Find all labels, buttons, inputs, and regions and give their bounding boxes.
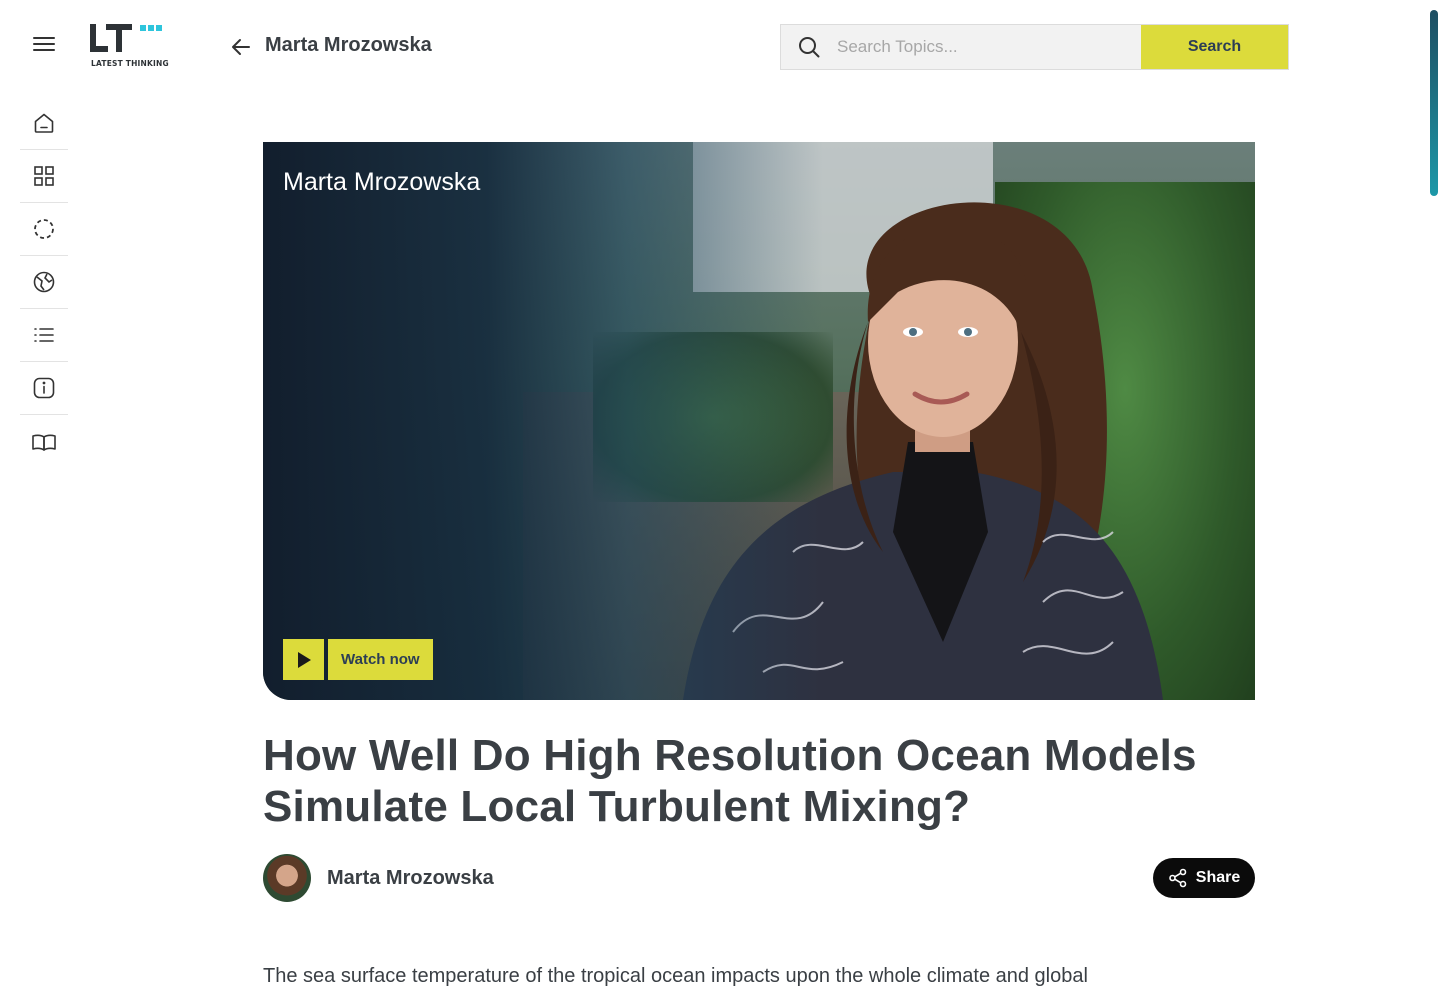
article-title: How Well Do High Resolution Ocean Models… — [263, 731, 1197, 831]
dashed-circle-icon — [34, 219, 54, 239]
back-button[interactable] — [228, 34, 254, 60]
sidebar-item-home[interactable] — [20, 97, 68, 150]
menu-icon[interactable] — [24, 26, 64, 62]
list-icon — [34, 328, 54, 342]
sidebar-item-categories[interactable] — [20, 150, 68, 203]
sidebar-item-list[interactable] — [20, 309, 68, 362]
share-button[interactable]: Share — [1153, 858, 1255, 898]
logo-mark — [90, 24, 162, 52]
sidebar-item-read[interactable] — [20, 415, 68, 468]
grid-icon — [34, 166, 54, 186]
arrow-left-icon — [232, 39, 250, 55]
search-button[interactable]: Search — [1141, 25, 1288, 69]
info-icon — [33, 377, 55, 399]
scrollbar[interactable] — [1428, 0, 1440, 1000]
globe-icon — [33, 271, 55, 293]
share-icon — [1168, 868, 1187, 888]
scrollbar-thumb[interactable] — [1430, 10, 1438, 196]
author-avatar[interactable] — [263, 854, 311, 902]
sidebar-item-globe[interactable] — [20, 256, 68, 309]
article-body: The sea surface temperature of the tropi… — [263, 965, 1088, 987]
page-title: Marta Mrozowska — [265, 34, 432, 56]
book-icon — [32, 434, 56, 451]
sidebar — [0, 0, 88, 1000]
hero-speaker-name: Marta Mrozowska — [283, 168, 481, 196]
search-icon — [781, 25, 837, 69]
logo-subtitle: LATEST THINKING — [91, 59, 169, 68]
logo[interactable]: LATEST THINKING — [88, 22, 169, 70]
search-input[interactable] — [837, 25, 1141, 69]
watch-now-label[interactable]: Watch now — [328, 639, 433, 680]
author-name[interactable]: Marta Mrozowska — [327, 867, 494, 890]
sidebar-item-loading[interactable] — [20, 203, 68, 256]
search-bar: Search — [780, 24, 1289, 70]
share-label: Share — [1195, 869, 1241, 886]
hero-video[interactable]: Marta Mrozowska Watch now — [263, 142, 1255, 700]
watch-now-button[interactable]: Watch now — [283, 639, 433, 680]
play-icon[interactable] — [283, 639, 324, 680]
home-icon — [34, 113, 54, 133]
hero-gradient-overlay — [263, 142, 823, 700]
sidebar-nav — [20, 97, 68, 468]
sidebar-item-info[interactable] — [20, 362, 68, 415]
